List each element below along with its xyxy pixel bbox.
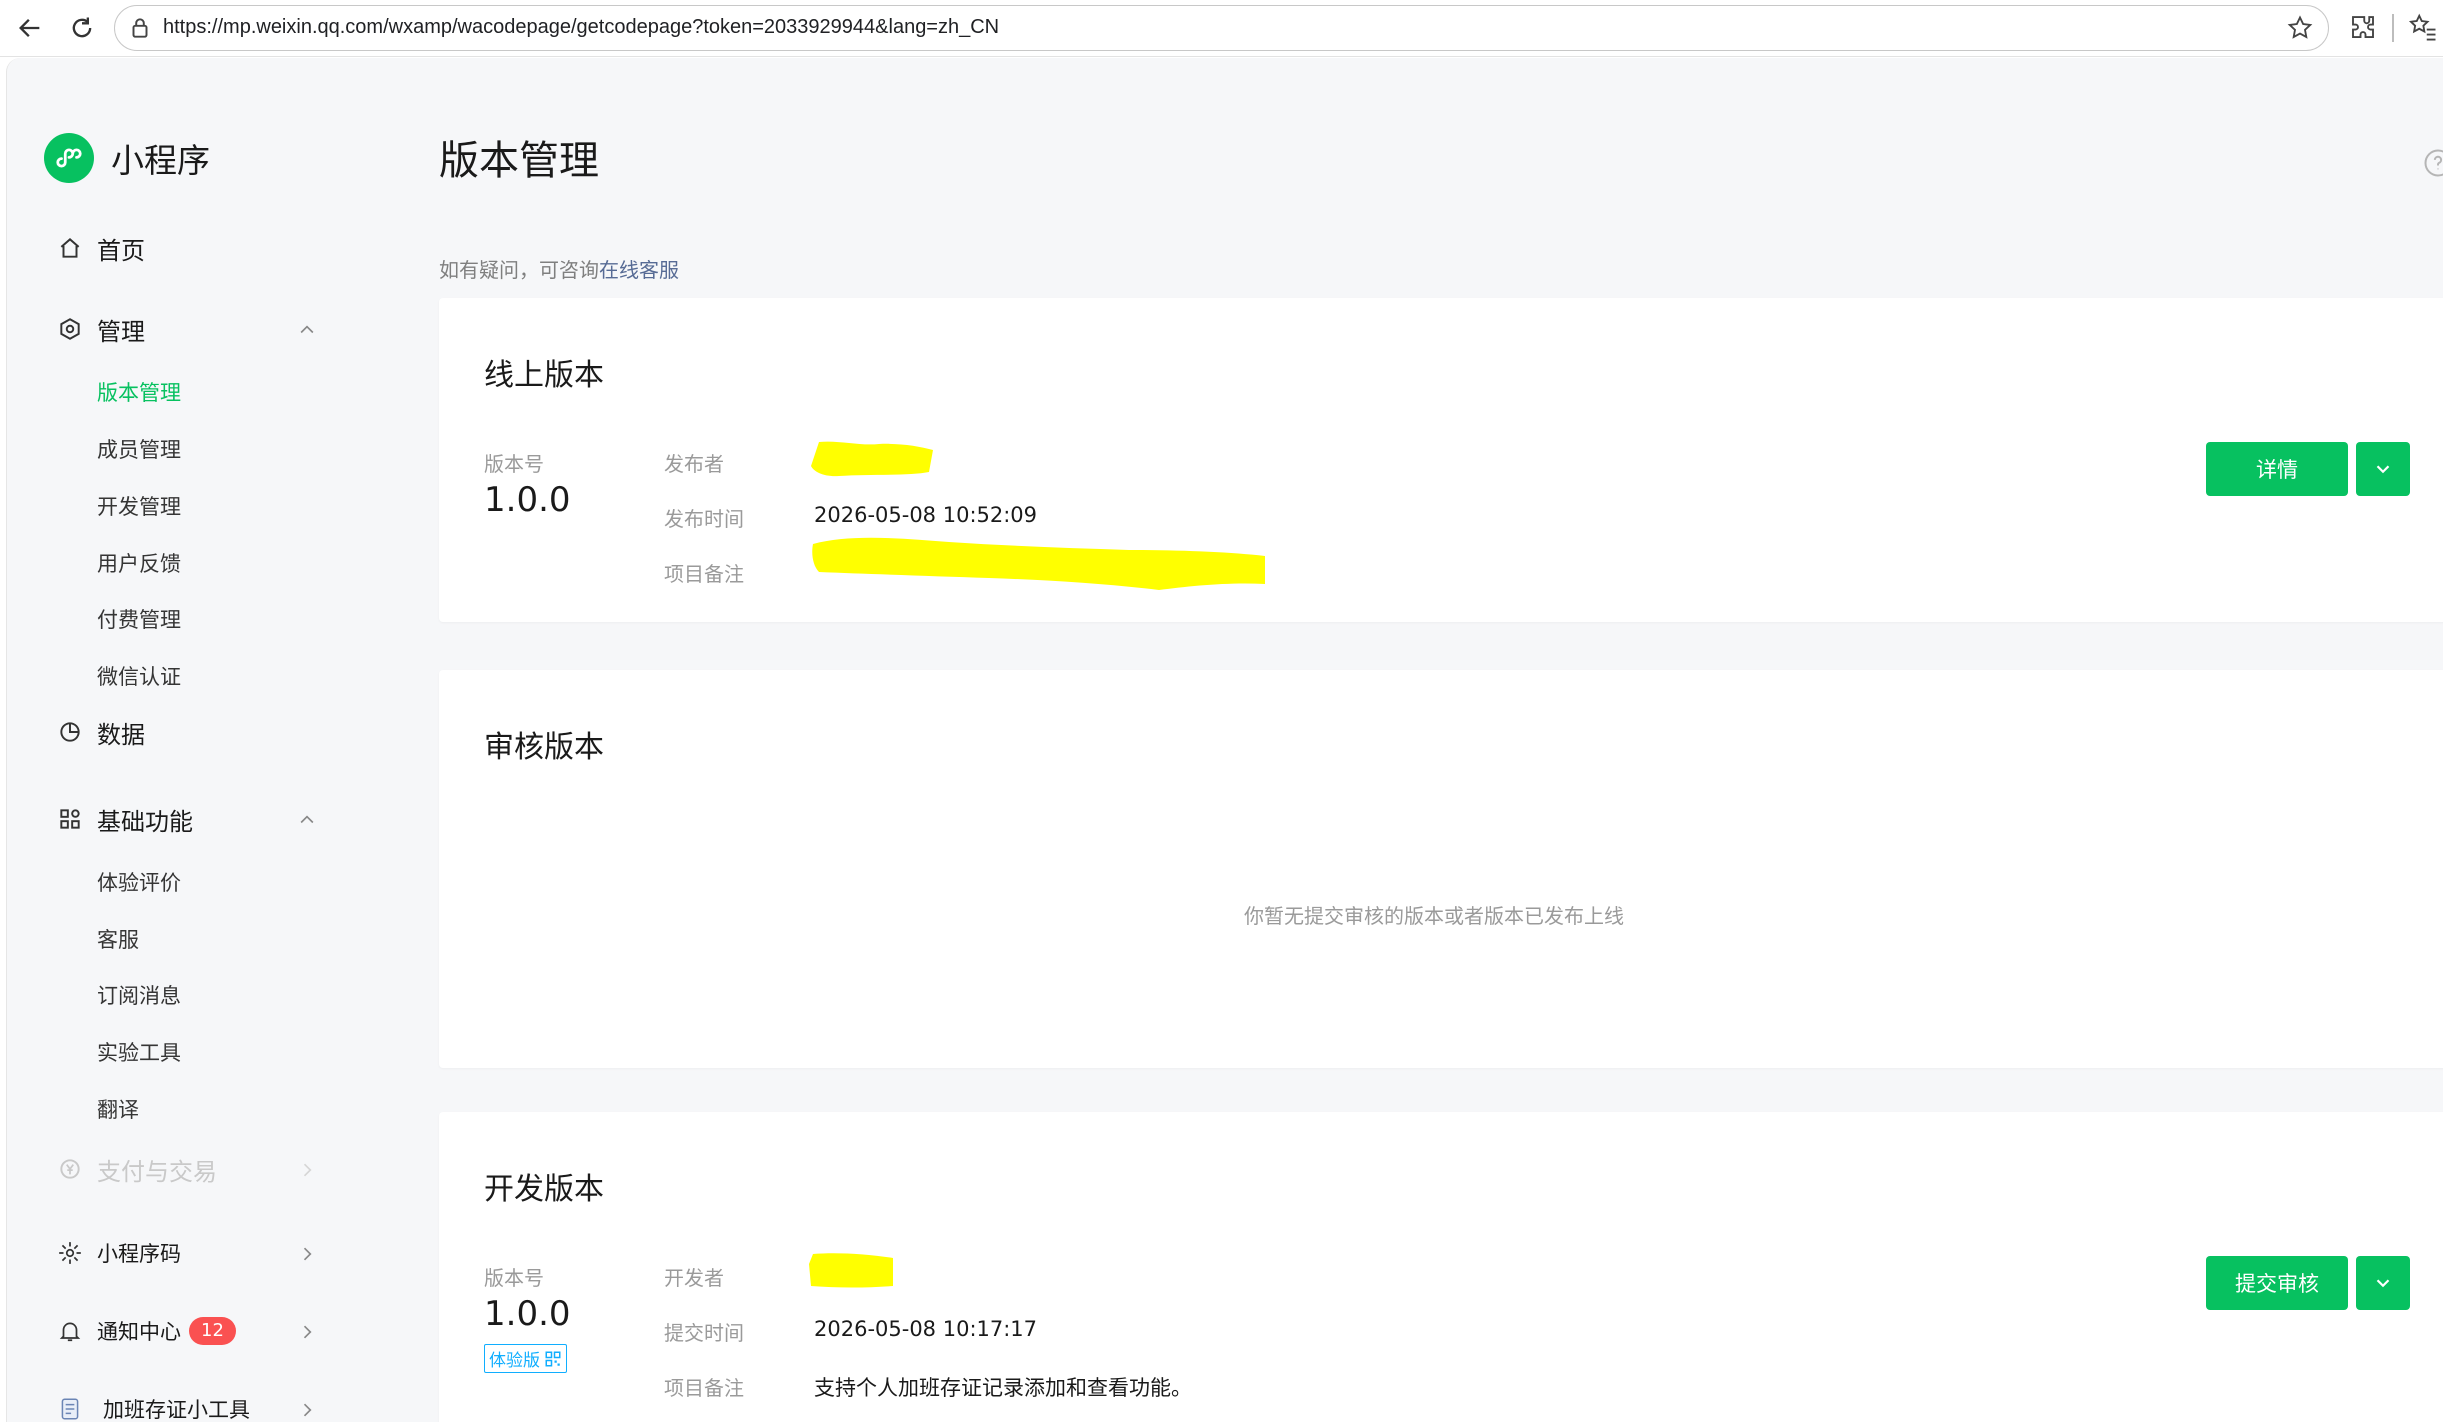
detail-button[interactable]: 详情 (2206, 442, 2348, 496)
chevron-up-icon (300, 325, 314, 334)
reload-button[interactable] (62, 8, 102, 48)
dev-more-dropdown[interactable] (2356, 1256, 2410, 1310)
sidebar-item-version-manage[interactable]: 版本管理 (97, 377, 181, 409)
sidebar-account[interactable]: 加班存证小工具 (57, 1389, 317, 1422)
submit-time-label: 提交时间 (664, 1321, 744, 1345)
chevron-down-icon (2376, 1279, 2390, 1288)
sidebar-item-label: 首页 (97, 236, 145, 265)
sidebar-item-home[interactable]: 首页 (57, 228, 317, 268)
online-version-card: 线上版本 版本号 1.0.0 发布者 发布时间 2026-05-08 10:52… (439, 298, 2443, 622)
version-number: 1.0.0 (484, 480, 571, 520)
grid-icon (57, 806, 83, 832)
sidebar-item-wechat-auth[interactable]: 微信认证 (97, 661, 181, 693)
sidebar-group-basic[interactable]: 基础功能 (57, 799, 317, 839)
qrcode-icon (545, 1351, 561, 1366)
publisher-label: 发布者 (664, 452, 724, 476)
sidebar-item-dev-manage[interactable]: 开发管理 (97, 491, 181, 523)
dev-version-title: 开发版本 (484, 1172, 604, 1207)
help-tip-text: 如有疑问，可咨询 (439, 258, 599, 282)
redacted-remark (812, 537, 1265, 590)
chevron-right-icon (303, 1247, 312, 1261)
page-title: 版本管理 (439, 138, 599, 184)
trial-version-tag[interactable]: 体验版 (484, 1344, 567, 1373)
sidebar-item-label: 基础功能 (97, 807, 193, 836)
publish-time-label: 发布时间 (664, 507, 744, 531)
help-icon[interactable] (2423, 148, 2443, 178)
extensions-icon[interactable] (2348, 12, 2378, 42)
yuan-coin-icon (57, 1156, 83, 1182)
version-label: 版本号 (484, 452, 544, 476)
miniprogram-logo-icon (44, 133, 94, 183)
toolbar-divider (2392, 14, 2394, 42)
redacted-developer (809, 1253, 893, 1288)
reload-icon (72, 17, 92, 38)
sidebar-item-data[interactable]: 数据 (57, 712, 317, 752)
chevron-right-icon (303, 1163, 312, 1177)
back-button[interactable] (10, 8, 50, 48)
sidebar-item-experience-rating[interactable]: 体验评价 (97, 867, 181, 899)
pie-chart-icon (57, 719, 83, 745)
review-empty-message: 你暂无提交审核的版本或者版本已发布上线 (1244, 904, 1624, 928)
remark-label: 项目备注 (664, 1376, 744, 1400)
online-service-link[interactable]: 在线客服 (599, 258, 679, 282)
help-tip: 如有疑问，可咨询在线客服 (439, 254, 679, 283)
star-icon[interactable] (2286, 14, 2314, 42)
sidebar-item-payment[interactable]: 支付与交易 (57, 1149, 317, 1189)
sidebar-item-member-manage[interactable]: 成员管理 (97, 434, 181, 466)
brand-name: 小程序 (111, 141, 210, 180)
trial-tag-label: 体验版 (489, 1351, 540, 1371)
online-version-title: 线上版本 (484, 358, 604, 393)
remark-label: 项目备注 (664, 562, 744, 586)
bell-icon (57, 1318, 83, 1344)
chevron-right-icon (303, 1325, 312, 1339)
miniprogram-code-icon (57, 1240, 83, 1266)
address-bar[interactable]: https://mp.weixin.qq.com/wxamp/wacodepag… (114, 5, 2329, 51)
dev-version-card: 开发版本 版本号 1.0.0 体验版 开发者 提交时间 2026-05-08 1… (439, 1112, 2443, 1422)
submit-time: 2026-05-08 10:17:17 (814, 1317, 1038, 1341)
url-text[interactable]: https://mp.weixin.qq.com/wxamp/wacodepag… (163, 16, 999, 39)
sidebar-item-customer-service[interactable]: 客服 (97, 924, 139, 956)
sidebar-item-payment-manage[interactable]: 付费管理 (97, 604, 181, 636)
favorites-icon[interactable] (2408, 12, 2438, 42)
browser-toolbar: https://mp.weixin.qq.com/wxamp/wacodepag… (0, 0, 2443, 57)
page: 小程序 首页 管理 版本管理 成员管理 开发管理 用户反馈 付费管理 微信认证 … (6, 58, 2443, 1422)
sidebar-item-label: 小程序码 (97, 1242, 181, 1266)
sidebar-item-label: 通知中心 (97, 1320, 181, 1344)
publish-time: 2026-05-08 10:52:09 (814, 503, 1038, 527)
version-number: 1.0.0 (484, 1294, 571, 1334)
chevron-up-icon (300, 815, 314, 824)
notification-count-badge: 12 (189, 1317, 236, 1345)
arrow-left-icon (19, 19, 40, 37)
version-label: 版本号 (484, 1266, 544, 1290)
sidebar-item-notifications[interactable]: 通知中心 12 (57, 1311, 317, 1351)
online-more-dropdown[interactable] (2356, 442, 2410, 496)
sidebar-group-manage[interactable]: 管理 (57, 309, 317, 349)
sidebar-item-subscribe-message[interactable]: 订阅消息 (97, 980, 181, 1012)
sidebar-item-label: 管理 (97, 317, 145, 346)
chevron-right-icon (303, 1403, 312, 1417)
sidebar-item-label: 数据 (97, 720, 145, 749)
hexagon-settings-icon (57, 316, 83, 342)
app-avatar-icon (57, 1396, 83, 1422)
review-version-card: 审核版本 你暂无提交审核的版本或者版本已发布上线 (439, 670, 2443, 1068)
dev-remark: 支持个人加班存证记录添加和查看功能。 (814, 1376, 1192, 1400)
sidebar-item-label: 支付与交易 (97, 1157, 217, 1186)
brand[interactable]: 小程序 (44, 132, 210, 184)
home-icon (57, 235, 83, 261)
redacted-publisher (811, 441, 933, 477)
account-name: 加班存证小工具 (103, 1398, 250, 1422)
sidebar-item-user-feedback[interactable]: 用户反馈 (97, 548, 181, 580)
sidebar-item-qrcode[interactable]: 小程序码 (57, 1233, 317, 1273)
sidebar-item-lab-tools[interactable]: 实验工具 (97, 1037, 181, 1069)
submit-review-button[interactable]: 提交审核 (2206, 1256, 2348, 1310)
lock-icon[interactable] (127, 15, 153, 41)
sidebar-item-translate[interactable]: 翻译 (97, 1094, 139, 1126)
developer-label: 开发者 (664, 1266, 724, 1290)
chevron-down-icon (2376, 465, 2390, 474)
review-version-title: 审核版本 (484, 730, 604, 765)
